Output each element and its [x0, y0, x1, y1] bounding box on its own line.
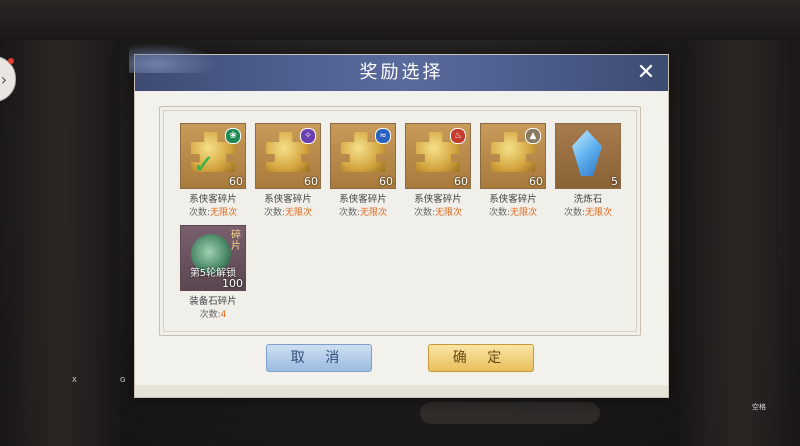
- item-quantity: 60: [529, 175, 543, 188]
- item-times: 次数:无限次: [338, 208, 388, 218]
- item-slot: ≈ 60: [330, 123, 396, 189]
- fragment-tag: 碎片: [231, 230, 241, 252]
- reward-panel: ❀ ✓ 60 系侠客碎片 次数:无限次 ✧ 60 系侠客碎片 次数:无限次 ≈ …: [159, 106, 641, 336]
- hotkey-hint-space: 空格: [752, 403, 766, 411]
- item-times: 次数:无限次: [263, 208, 313, 218]
- item-name: 系侠客碎片: [264, 194, 312, 205]
- item-quantity: 5: [611, 175, 618, 188]
- selected-check-icon: ✓: [193, 150, 215, 180]
- reward-item[interactable]: ✧ 60 系侠客碎片 次数:无限次: [252, 123, 324, 218]
- notification-dot: [8, 58, 14, 64]
- item-slot: ❀ ✓ 60: [180, 123, 246, 189]
- blue-element-icon: ≈: [375, 128, 391, 144]
- item-name: 系侠客碎片: [189, 194, 237, 205]
- item-times: 次数:无限次: [188, 208, 238, 218]
- item-quantity: 60: [379, 175, 393, 188]
- red-element-icon: ♨: [450, 128, 466, 144]
- confirm-button[interactable]: 确 定: [428, 344, 534, 372]
- purple-element-icon: ✧: [300, 128, 316, 144]
- item-name: 系侠客碎片: [489, 194, 537, 205]
- item-name: 装备石碎片: [189, 296, 237, 307]
- dialog-title: 奖励选择: [359, 62, 444, 83]
- dialog-header: 奖励选择 ✕: [129, 43, 668, 91]
- background-action-bar: [420, 402, 600, 424]
- chevron-right-icon: ›: [0, 69, 8, 89]
- item-slot: 5: [555, 123, 621, 189]
- item-times: 次数:无限次: [413, 208, 463, 218]
- hotkey-hint-g: G: [120, 376, 126, 384]
- item-times: 次数:无限次: [563, 208, 613, 218]
- hotkey-hint-x: X: [72, 376, 77, 384]
- reward-item[interactable]: ≈ 60 系侠客碎片 次数:无限次: [327, 123, 399, 218]
- reward-item[interactable]: ❀ ✓ 60 系侠客碎片 次数:无限次: [177, 123, 249, 218]
- reward-item[interactable]: ▲ 60 系侠客碎片 次数:无限次: [477, 123, 549, 218]
- item-name: 系侠客碎片: [339, 194, 387, 205]
- item-times: 次数:无限次: [488, 208, 538, 218]
- item-slot: ♨ 60: [405, 123, 471, 189]
- green-element-icon: ❀: [225, 128, 241, 144]
- close-icon[interactable]: ✕: [634, 61, 658, 85]
- item-slot: 碎片 第5轮解锁 100: [180, 225, 246, 291]
- background-top: [0, 0, 800, 40]
- item-name: 洗炼石: [573, 194, 603, 205]
- dialog-footer: [135, 385, 668, 397]
- background-left: [0, 40, 120, 446]
- item-quantity: 100: [222, 277, 243, 290]
- background-right: [680, 40, 800, 446]
- item-quantity: 60: [229, 175, 243, 188]
- blue-crystal-icon: [572, 130, 602, 176]
- cancel-button[interactable]: 取 消: [266, 344, 372, 372]
- item-slot: ▲ 60: [480, 123, 546, 189]
- item-name: 系侠客碎片: [414, 194, 462, 205]
- item-times: 次数:4: [199, 310, 227, 320]
- reward-item[interactable]: ♨ 60 系侠客碎片 次数:无限次: [402, 123, 474, 218]
- reward-selection-dialog: 奖励选择 ✕ ❀ ✓ 60 系侠客碎片 次数:无限次 ✧ 60 系侠客碎片 次数…: [129, 43, 669, 398]
- item-quantity: 60: [454, 175, 468, 188]
- gray-element-icon: ▲: [525, 128, 541, 144]
- reward-item[interactable]: 碎片 第5轮解锁 100 装备石碎片 次数:4: [177, 225, 249, 320]
- reward-item[interactable]: 5 洗炼石 次数:无限次: [552, 123, 624, 218]
- item-quantity: 60: [304, 175, 318, 188]
- item-slot: ✧ 60: [255, 123, 321, 189]
